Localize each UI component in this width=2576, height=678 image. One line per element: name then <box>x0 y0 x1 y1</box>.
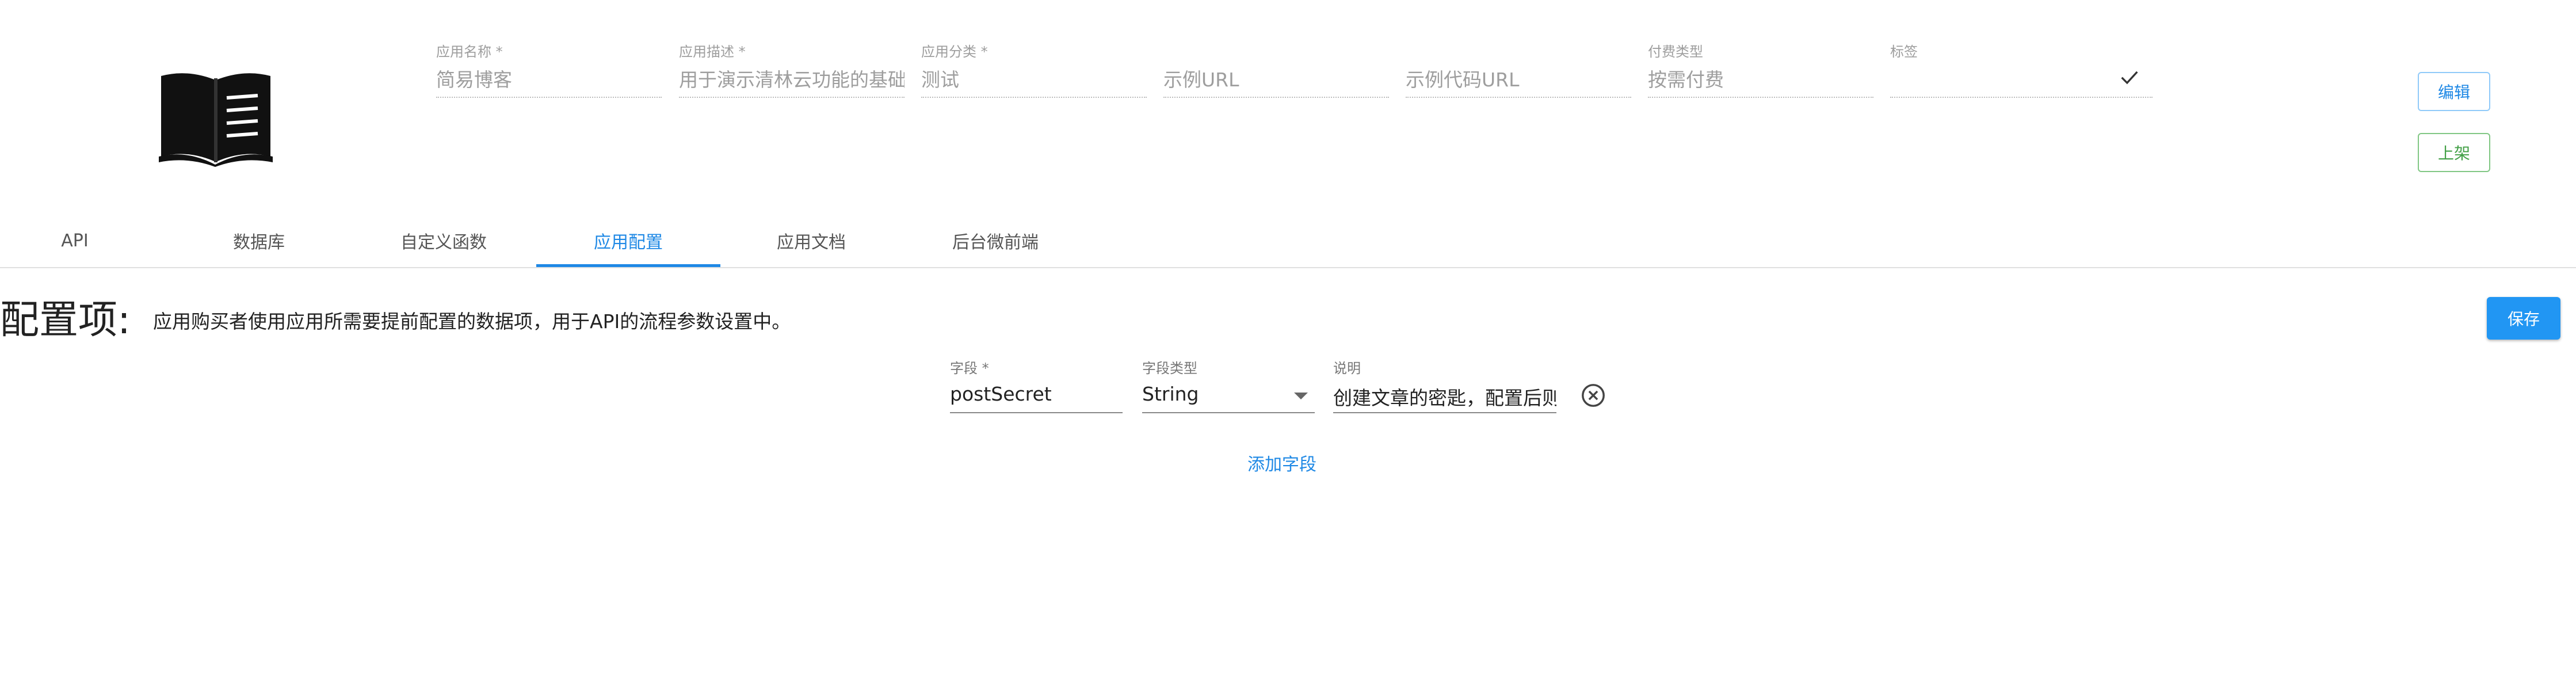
field-underline <box>950 412 1123 413</box>
add-field-button[interactable]: 添加字段 <box>1247 450 1316 475</box>
app-description-value: 用于演示清林云功能的基础 <box>679 68 905 91</box>
field-underline <box>1648 97 1873 98</box>
example-code-url-field[interactable]: 示例代码URL <box>1406 40 1631 98</box>
field-type-label: 字段类型 <box>1142 360 1197 376</box>
dropdown-arrow-icon <box>1294 393 1308 399</box>
tags-field[interactable]: 标签 <box>1890 40 2153 98</box>
payment-type-field[interactable]: 付费类型 按需付费 <box>1648 40 1873 98</box>
app-category-field[interactable]: 应用分类 * 测试 <box>921 40 1147 98</box>
field-underline <box>1163 97 1389 98</box>
tab-app-config[interactable]: 应用配置 <box>536 214 720 267</box>
app-logo-book-icon <box>155 69 276 167</box>
field-underline <box>436 97 662 98</box>
example-url-field[interactable]: 示例URL <box>1163 40 1389 98</box>
field-underline <box>1142 412 1315 413</box>
payment-type-label: 付费类型 <box>1648 44 1703 60</box>
app-name-value: 简易博客 <box>436 68 512 91</box>
publish-button[interactable]: 上架 <box>2418 133 2490 172</box>
field-underline <box>921 97 1147 98</box>
config-title: 配置项: <box>0 298 131 343</box>
tabs-divider <box>0 267 2576 268</box>
field-name-label: 字段 * <box>950 360 989 376</box>
tab-custom-functions[interactable]: 自定义函数 <box>352 214 536 267</box>
tab-admin-micro-frontend[interactable]: 后台微前端 <box>903 214 1087 267</box>
app-category-value: 测试 <box>921 68 959 91</box>
payment-type-value: 按需付费 <box>1648 68 1724 91</box>
example-code-url-value: 示例代码URL <box>1406 68 1520 91</box>
remove-field-icon[interactable] <box>1580 382 1606 409</box>
field-underline <box>1890 97 2153 98</box>
field-name-input[interactable]: 字段 * postSecret <box>950 357 1123 414</box>
config-description: 应用购买者使用应用所需要提前配置的数据项，用于API的流程参数设置中。 <box>153 310 791 333</box>
field-underline <box>679 97 905 98</box>
app-description-label: 应用描述 * <box>679 44 746 60</box>
field-type-value: String <box>1142 383 1199 405</box>
tags-label: 标签 <box>1890 44 1918 60</box>
app-description-field[interactable]: 应用描述 * 用于演示清林云功能的基础 <box>679 40 905 98</box>
check-icon[interactable] <box>2118 66 2141 89</box>
field-description-label: 说明 <box>1333 360 1361 376</box>
tab-app-docs[interactable]: 应用文档 <box>719 214 903 267</box>
field-description-input[interactable]: 说明 创建文章的密匙，配置后则 <box>1333 357 1556 414</box>
field-underline <box>1333 412 1556 413</box>
edit-button[interactable]: 编辑 <box>2418 72 2490 111</box>
tab-database[interactable]: 数据库 <box>167 214 351 267</box>
save-button[interactable]: 保存 <box>2487 297 2560 340</box>
field-name-value: postSecret <box>950 383 1052 405</box>
field-type-select[interactable]: 字段类型 String <box>1142 357 1315 414</box>
example-url-value: 示例URL <box>1163 68 1239 91</box>
field-underline <box>1406 97 1631 98</box>
app-name-field[interactable]: 应用名称 * 简易博客 <box>436 40 662 98</box>
tab-api[interactable]: API <box>0 214 167 267</box>
app-category-label: 应用分类 * <box>921 44 988 60</box>
field-description-value: 创建文章的密匙，配置后则 <box>1333 387 1556 409</box>
app-name-label: 应用名称 * <box>436 44 503 60</box>
